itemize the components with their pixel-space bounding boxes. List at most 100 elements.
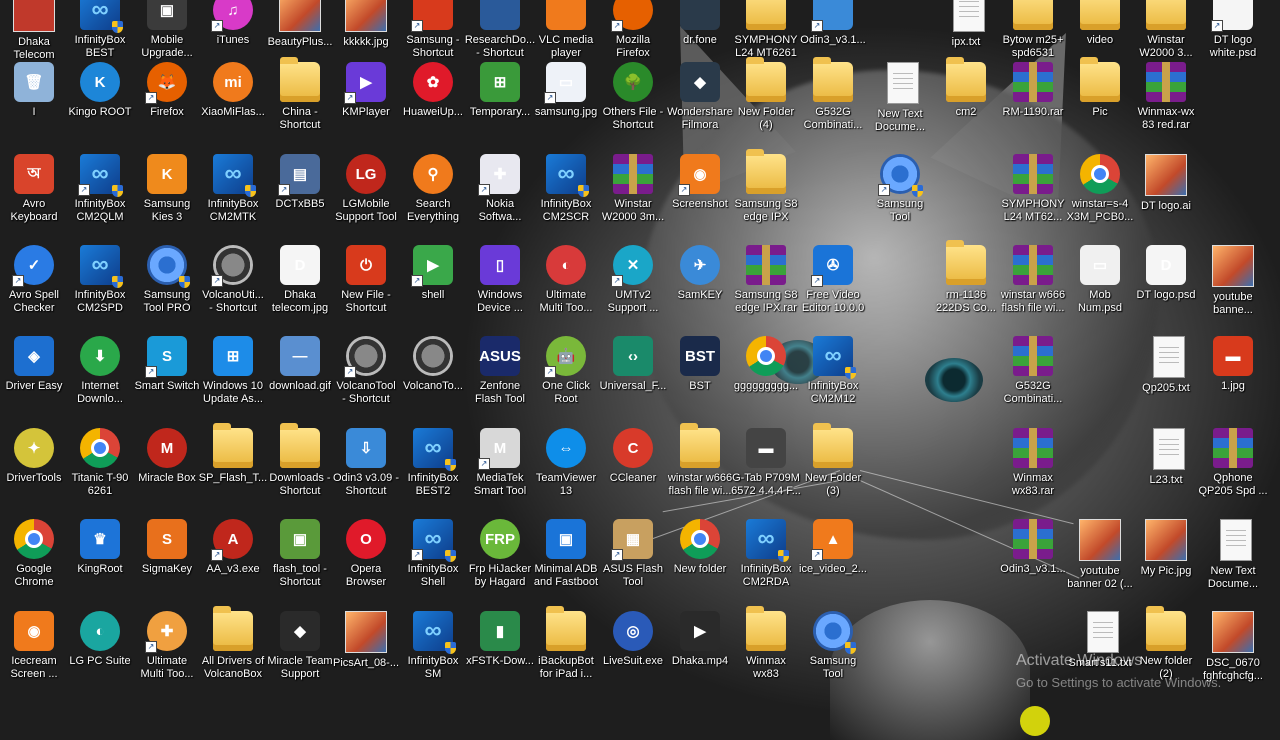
desktop-icon[interactable]: ∞ InfinityBox BEST2: [399, 424, 467, 514]
desktop-icon[interactable]: ✇ ↗ Free Video Editor 10.0.0: [799, 241, 867, 331]
desktop-icon[interactable]: ∞ InfinityBox SM: [399, 607, 467, 697]
desktop-icon[interactable]: winstar w666 flash file wi...: [999, 241, 1067, 331]
desktop-icon[interactable]: ✦ DriverTools: [0, 424, 68, 514]
desktop-icon[interactable]: LG LGMobile Support Tool: [332, 150, 400, 240]
desktop-icon[interactable]: New Text Docume...: [1199, 515, 1267, 605]
desktop-icon[interactable]: youtube banne...: [1199, 241, 1267, 331]
desktop-icon[interactable]: C CCleaner: [599, 424, 667, 514]
desktop-icon[interactable]: Winmax wx83.rar: [999, 424, 1067, 514]
desktop-icon[interactable]: New folder: [666, 515, 734, 605]
desktop-icon[interactable]: — download.gif: [266, 332, 334, 422]
desktop-icon[interactable]: ✿ HuaweiUp...: [399, 58, 467, 148]
desktop-icon[interactable]: ▣ Minimal ADB and Fastboot: [532, 515, 600, 605]
desktop-icon[interactable]: ∞ InfinityBox CM2M12: [799, 332, 867, 422]
desktop-icon[interactable]: 🌳 Others File - Shortcut: [599, 58, 667, 148]
desktop-icon[interactable]: BST BST: [666, 332, 734, 422]
desktop-icon[interactable]: ◉ ↗ Screenshot: [666, 150, 734, 240]
desktop-icon[interactable]: M ↗ MediaTek Smart Tool: [466, 424, 534, 514]
desktop-icon[interactable]: ▭ ↗ samsung.jpg: [532, 58, 600, 148]
desktop-icon[interactable]: PicsArt_08-...: [332, 607, 400, 697]
desktop-icon[interactable]: ⊞ Temporary...: [466, 58, 534, 148]
desktop-icon[interactable]: New Text Docume...: [866, 58, 934, 148]
desktop-icon[interactable]: ✓ ↗ Avro Spell Checker: [0, 241, 68, 331]
desktop-icon[interactable]: A ↗ AA_v3.exe: [199, 515, 267, 605]
desktop-icon[interactable]: ∞ ↗ InfinityBox Shell: [399, 515, 467, 605]
desktop-icon[interactable]: ▭ Mob Num.psd: [1066, 241, 1134, 331]
desktop-icon[interactable]: ◈ Driver Easy: [0, 332, 68, 422]
desktop-icon[interactable]: winstar w666 flash file wi...: [666, 423, 734, 514]
desktop-icon[interactable]: Pic: [1066, 57, 1134, 148]
desktop-icon[interactable]: Winstar W2000 3m...: [599, 150, 667, 240]
desktop-icon[interactable]: winstar=s-4 X3M_PCB0...: [1066, 150, 1134, 240]
desktop-icon[interactable]: Samsung Tool PRO: [133, 241, 201, 331]
desktop-icon[interactable]: All Drivers of VolcanoBox: [199, 606, 267, 697]
desktop-icon[interactable]: ◆ Wondershare Filmora: [666, 58, 734, 148]
desktop-icon[interactable]: Qphone QP205 Spd ...: [1198, 424, 1268, 514]
desktop-icon[interactable]: K Samsung Kies 3: [133, 150, 201, 240]
desktop-icon[interactable]: ◉ Icecream Screen ...: [0, 607, 68, 697]
desktop-icon[interactable]: ▶ Dhaka.mp4: [666, 607, 734, 697]
desktop-icon[interactable]: L23.txt: [1132, 424, 1200, 514]
desktop-icon[interactable]: D Dhaka telecom.jpg: [266, 241, 334, 331]
desktop-icon[interactable]: ▶ ↗ shell: [399, 241, 467, 331]
desktop-icon[interactable]: Downloads - Shortcut: [266, 423, 334, 514]
desktop-icon[interactable]: ⚲ Search Everything: [399, 150, 467, 240]
desktop-icon[interactable]: ◐ Ultimate Multi Too...: [532, 241, 600, 331]
desktop-icon[interactable]: 🦊 ↗ Firefox: [133, 58, 201, 148]
desktop-icon[interactable]: ∞ ↗ InfinityBox CM2QLM: [66, 150, 134, 240]
desktop-icon[interactable]: SYMPHONY L24 MT62...: [999, 150, 1067, 240]
desktop-icon[interactable]: G532G Combinati...: [799, 57, 867, 148]
desktop-icon[interactable]: ✈ SamKEY: [666, 241, 734, 331]
desktop-icon[interactable]: ASUS Zenfone Flash Tool: [466, 332, 534, 422]
desktop-icon[interactable]: G532G Combinati...: [999, 332, 1067, 422]
desktop-icon[interactable]: ▮ xFSTK-Dow...: [466, 607, 534, 697]
desktop-icon[interactable]: ▬ 1.jpg: [1199, 332, 1267, 422]
desktop-icon[interactable]: ✚ ↗ Nokia Softwa...: [466, 150, 534, 240]
desktop-icon[interactable]: RM-1190.rar: [999, 58, 1067, 148]
desktop-icon[interactable]: ✚ ↗ Ultimate Multi Too...: [133, 607, 201, 697]
desktop-icon[interactable]: ▦ ↗ ASUS Flash Tool: [599, 515, 667, 605]
desktop-icon[interactable]: ∞ InfinityBox CM2SCR: [532, 150, 600, 240]
desktop-icon[interactable]: rm-1136 222DS Co...: [932, 240, 1000, 331]
desktop-icon[interactable]: ⊞ Windows 10 Update As...: [199, 332, 267, 422]
desktop-icon[interactable]: ◐ LG PC Suite: [66, 607, 134, 697]
desktop-icon[interactable]: Odin3_v3.1...: [999, 515, 1067, 605]
desktop-icon[interactable]: ∞ InfinityBox CM2MTK: [199, 150, 267, 240]
desktop-icon[interactable]: ✕ ↗ UMTv2 Support ...: [599, 241, 667, 331]
desktop-icon[interactable]: iBackupBot for iPad i...: [532, 606, 600, 697]
desktop-icon[interactable]: ♛ KingRoot: [66, 515, 134, 605]
desktop-icon[interactable]: Samsung Tool: [799, 607, 867, 697]
desktop-icon[interactable]: ▲ ↗ ice_video_2...: [799, 515, 867, 605]
desktop-icon[interactable]: ▯ Windows Device ...: [466, 241, 534, 331]
desktop-icon[interactable]: DT logo.ai: [1132, 150, 1200, 240]
desktop-icon[interactable]: Google Chrome: [0, 515, 68, 605]
desktop-icon[interactable]: ⇩ Odin3 v3.09 - Shortcut: [332, 424, 400, 514]
desktop-icon[interactable]: অ Avro Keyboard: [0, 150, 68, 240]
desktop-icon[interactable]: Samsung S8 edge IPX: [732, 149, 800, 240]
desktop-icon[interactable]: ∞ InfinityBox CM2RDA: [732, 515, 800, 605]
desktop-icon[interactable]: ⬇ Internet Downlo...: [66, 332, 134, 422]
desktop-icon[interactable]: ⇔ TeamViewer 13: [532, 424, 600, 514]
desktop-icon[interactable]: ↗ VolcanoTool - Shortcut: [332, 332, 400, 422]
desktop-icon[interactable]: FRP Frp HiJacker by Hagard: [466, 515, 534, 605]
desktop-icon[interactable]: ↗ VolcanoUti... - Shortcut: [199, 241, 267, 331]
desktop-icon[interactable]: New Folder (4): [732, 57, 800, 148]
desktop-icon[interactable]: China - Shortcut: [266, 57, 334, 148]
desktop-icon[interactable]: ▣ flash_tool - Shortcut: [266, 515, 334, 605]
desktop-icon[interactable]: 🗑 I: [0, 58, 68, 148]
desktop-icon[interactable]: ∞ InfinityBox CM2SPD: [66, 241, 134, 331]
desktop-icon[interactable]: Qp205.txt: [1132, 332, 1200, 422]
desktop-icon[interactable]: K Kingo ROOT: [66, 58, 134, 148]
desktop-icon[interactable]: ▤ ↗ DCTxBB5: [266, 150, 334, 240]
desktop-icon[interactable]: ◆ Miracle Team Support: [266, 607, 334, 697]
desktop-icon[interactable]: mi XiaoMiFlas...: [199, 58, 267, 148]
desktop-icon[interactable]: cm2: [932, 57, 1000, 148]
desktop-icon[interactable]: O Opera Browser: [332, 515, 400, 605]
desktop-icon[interactable]: New Folder (3): [799, 423, 867, 514]
desktop-icon[interactable]: ⏻ New File - Shortcut: [332, 241, 400, 331]
desktop-icon[interactable]: ‹› Universal_F...: [599, 332, 667, 422]
desktop-icon[interactable]: My Pic.jpg: [1132, 515, 1200, 605]
desktop-icon[interactable]: ↗ DT logo white.psd: [1199, 0, 1267, 76]
desktop-icon[interactable]: Winmax wx83: [732, 606, 800, 697]
desktop-icon[interactable]: S SigmaKey: [133, 515, 201, 605]
